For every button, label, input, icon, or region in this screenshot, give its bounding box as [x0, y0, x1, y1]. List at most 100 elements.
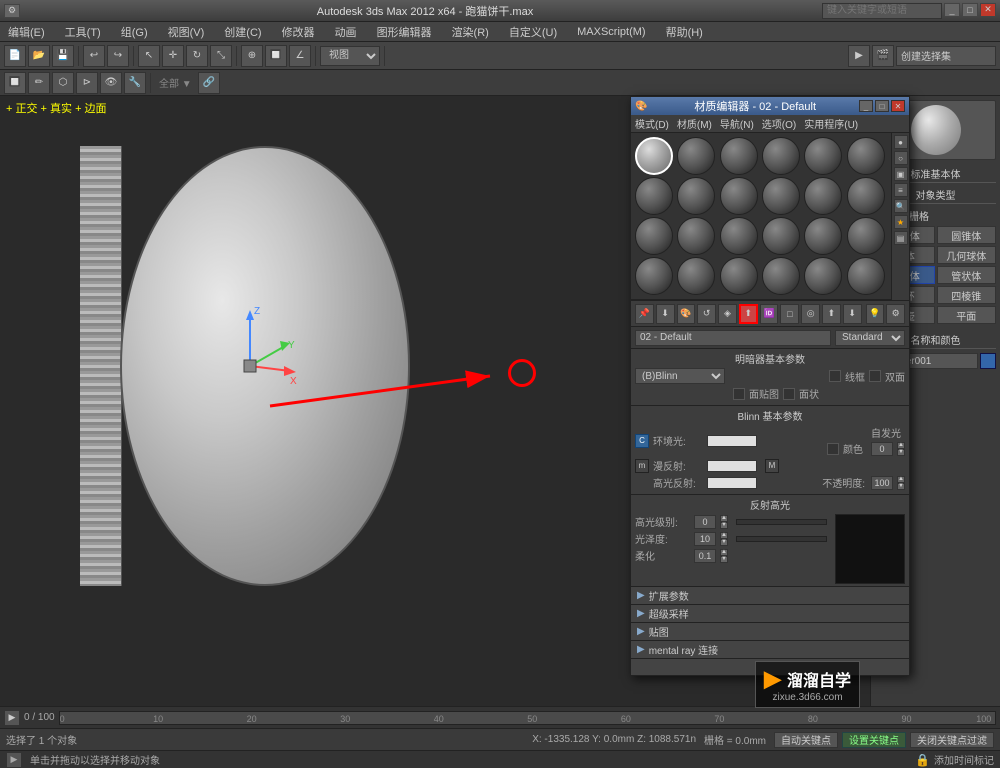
- mat-side-btn-1[interactable]: ●: [894, 135, 908, 149]
- show-end-result-button[interactable]: ◎: [801, 304, 820, 324]
- opacity-up[interactable]: ▲: [897, 476, 905, 483]
- menu-tools[interactable]: 工具(T): [61, 24, 105, 40]
- put-to-scene-button[interactable]: ⬇: [656, 304, 675, 324]
- material-id-button[interactable]: 🆔: [760, 304, 779, 324]
- soften-value[interactable]: 0.1: [694, 549, 716, 563]
- spec-level-up[interactable]: ▲: [720, 515, 728, 522]
- rotate-button[interactable]: ↻: [186, 45, 208, 67]
- get-material-button[interactable]: 📌: [635, 304, 654, 324]
- menu-help[interactable]: 帮助(H): [662, 24, 707, 40]
- snap-button[interactable]: 🔲: [265, 45, 287, 67]
- menu-render[interactable]: 渲染(R): [448, 24, 493, 40]
- timeline-track[interactable]: 0 10 20 30 40 50 60 70 80 90 100: [59, 711, 996, 725]
- mat-sphere-4[interactable]: [762, 137, 800, 175]
- mat-sphere-22[interactable]: [762, 257, 800, 295]
- ambient-c-btn[interactable]: C: [635, 434, 649, 448]
- close-button[interactable]: ✕: [980, 3, 996, 17]
- mat-sphere-6[interactable]: [847, 137, 885, 175]
- mat-sphere-16[interactable]: [762, 217, 800, 255]
- mat-side-btn-3[interactable]: ▣: [894, 167, 908, 181]
- mat-sphere-9[interactable]: [720, 177, 758, 215]
- mat-close-button[interactable]: ✕: [891, 100, 905, 112]
- spec-level-down[interactable]: ▼: [720, 522, 728, 529]
- pyramid-button[interactable]: 四棱锥: [937, 286, 997, 304]
- material-type-dropdown[interactable]: Standard: [835, 330, 905, 346]
- redo-button[interactable]: ↪: [107, 45, 129, 67]
- menu-graph-editor[interactable]: 图形编辑器: [373, 24, 436, 40]
- search-input[interactable]: [822, 3, 942, 19]
- set-key-button[interactable]: 设置关键点: [842, 732, 906, 748]
- utilities-tab[interactable]: 🔧: [124, 72, 146, 94]
- gloss-down[interactable]: ▼: [720, 539, 728, 546]
- diffuse-m-btn[interactable]: m: [635, 459, 649, 473]
- mat-sphere-1[interactable]: [635, 137, 673, 175]
- tube-button[interactable]: 管状体: [937, 266, 997, 284]
- undo-button[interactable]: ↩: [83, 45, 105, 67]
- cone-button[interactable]: 圆锥体: [937, 226, 997, 244]
- hierarchy-tab[interactable]: ⬡: [52, 72, 74, 94]
- facemap-checkbox[interactable]: [733, 388, 745, 400]
- mat-sphere-5[interactable]: [804, 137, 842, 175]
- mat-sphere-10[interactable]: [762, 177, 800, 215]
- glossiness-value[interactable]: 10: [694, 532, 716, 546]
- pick-material-button[interactable]: 💡: [866, 304, 885, 324]
- menu-create[interactable]: 创建(C): [220, 24, 265, 40]
- color-down[interactable]: ▼: [897, 449, 905, 456]
- two-sided-checkbox[interactable]: [869, 370, 881, 382]
- supersampling-section[interactable]: ▶ 超级采样: [631, 605, 909, 623]
- spec-level-slider[interactable]: [736, 519, 827, 525]
- show-map-button[interactable]: □: [780, 304, 799, 324]
- opacity-down[interactable]: ▼: [897, 483, 905, 490]
- mat-options-button[interactable]: ⚙: [886, 304, 905, 324]
- render-setup-button[interactable]: ▶: [848, 45, 870, 67]
- ref-coord-button[interactable]: ⊕: [241, 45, 263, 67]
- mini-player-btn[interactable]: ▶: [6, 752, 22, 768]
- mat-menu-navigation[interactable]: 导航(N): [720, 116, 754, 131]
- menu-maxscript[interactable]: MAXScript(M): [573, 26, 649, 38]
- mat-side-btn-7[interactable]: ▤: [894, 231, 908, 245]
- faceted-checkbox[interactable]: [783, 388, 795, 400]
- auto-key-button[interactable]: 自动关键点: [774, 732, 838, 748]
- glossiness-slider[interactable]: [736, 536, 827, 542]
- view-dropdown[interactable]: 视图: [320, 46, 380, 66]
- menu-group[interactable]: 组(G): [117, 24, 152, 40]
- selection-set-input[interactable]: 创建选择集: [896, 46, 996, 66]
- play-button[interactable]: ▶: [4, 710, 20, 726]
- maximize-button[interactable]: □: [962, 3, 978, 17]
- display-tab[interactable]: 👁: [100, 72, 122, 94]
- mat-side-btn-2[interactable]: ○: [894, 151, 908, 165]
- soften-down[interactable]: ▼: [720, 556, 728, 563]
- mat-maximize-button[interactable]: □: [875, 100, 889, 112]
- mat-sphere-8[interactable]: [677, 177, 715, 215]
- soften-up[interactable]: ▲: [720, 549, 728, 556]
- mat-sphere-3[interactable]: [720, 137, 758, 175]
- material-editor[interactable]: 🎨 材质编辑器 - 02 - Default _ □ ✕ 模式(D) 材质(M)…: [630, 96, 910, 676]
- modify-tab[interactable]: ✏: [28, 72, 50, 94]
- mat-side-btn-5[interactable]: 🔍: [894, 199, 908, 213]
- mat-sphere-11[interactable]: [804, 177, 842, 215]
- color-up[interactable]: ▲: [897, 442, 905, 449]
- scene-btn[interactable]: 🔗: [198, 72, 220, 94]
- make-unique-button[interactable]: ◈: [718, 304, 737, 324]
- assign-material-button[interactable]: 🎨: [677, 304, 696, 324]
- mat-sphere-18[interactable]: [847, 217, 885, 255]
- color-value[interactable]: 0: [871, 442, 893, 456]
- go-to-parent-button[interactable]: ⬆: [822, 304, 841, 324]
- mat-sphere-13[interactable]: [635, 217, 673, 255]
- move-button[interactable]: ✛: [162, 45, 184, 67]
- motion-tab[interactable]: ⊳: [76, 72, 98, 94]
- diffuse-color-box[interactable]: [707, 460, 757, 472]
- reset-material-button[interactable]: ↺: [697, 304, 716, 324]
- object-color-swatch[interactable]: [980, 353, 996, 369]
- mat-sphere-19[interactable]: [635, 257, 673, 295]
- opacity-value[interactable]: 100: [871, 476, 893, 490]
- geosphere-button[interactable]: 几何球体: [937, 246, 997, 264]
- spec-level-value[interactable]: 0: [694, 515, 716, 529]
- extended-params-section[interactable]: ▶ 扩展参数: [631, 587, 909, 605]
- menu-view[interactable]: 视图(V): [164, 24, 209, 40]
- go-forward-button[interactable]: ⬇: [843, 304, 862, 324]
- mat-sphere-20[interactable]: [677, 257, 715, 295]
- mat-sphere-2[interactable]: [677, 137, 715, 175]
- specular-color-box[interactable]: [707, 477, 757, 489]
- mat-menu-utilities[interactable]: 实用程序(U): [804, 116, 858, 131]
